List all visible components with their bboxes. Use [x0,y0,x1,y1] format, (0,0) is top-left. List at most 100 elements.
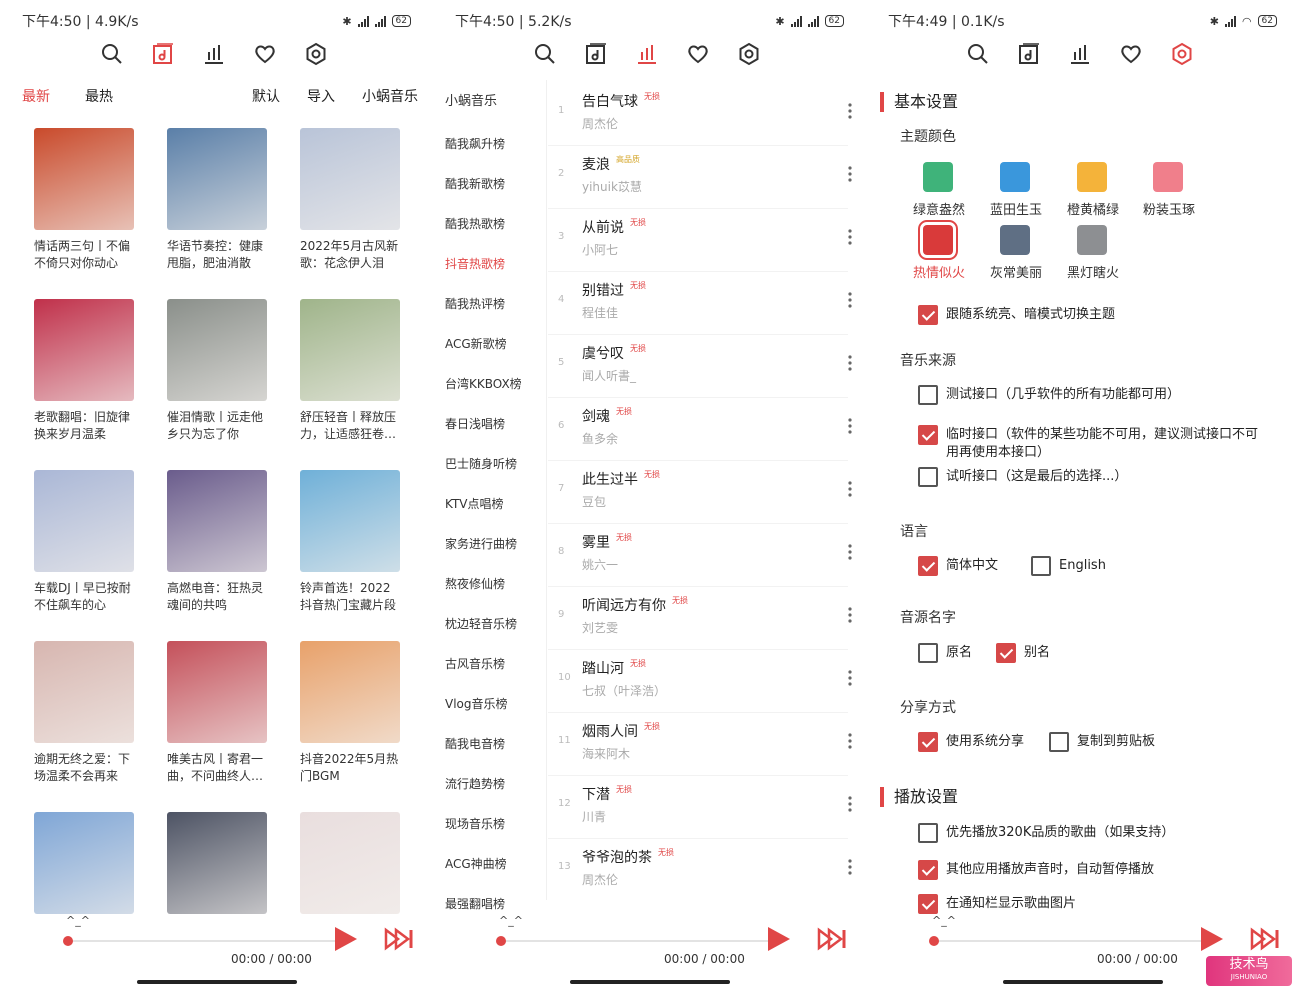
playlist-card[interactable]: 唯美古风丨寄君一曲，不问曲终人… [167,641,267,785]
more-icon[interactable] [842,227,858,247]
playlist-card[interactable]: 华语节奏控：健康甩脂，肥油消散 [167,128,267,272]
progress-track[interactable] [63,936,338,946]
song-row[interactable]: 11 烟雨人间 无损 海来阿木 [548,715,858,777]
theme-swatch[interactable] [923,162,953,192]
more-icon[interactable] [842,668,858,688]
music-library-icon[interactable] [582,40,610,68]
checkbox[interactable] [1049,732,1069,752]
song-row[interactable]: 7 此生过半 无损 豆包 [548,463,858,525]
rank-item[interactable]: 抖音热歌榜 [445,255,505,272]
search-icon[interactable] [98,40,126,68]
source-selector[interactable]: 小蜗音乐 [362,86,418,106]
heart-icon[interactable] [251,40,279,68]
heart-icon[interactable] [1117,40,1145,68]
rank-item[interactable]: 春日浅唱榜 [445,415,505,432]
search-icon[interactable] [531,40,559,68]
playlist-card[interactable]: 铃声首选！2022抖音热门宝藏片段 [300,470,400,614]
song-row[interactable]: 6 剑魂 无损 鱼多余 [548,400,858,462]
chart-icon[interactable] [200,40,228,68]
rank-item[interactable]: 巴士随身听榜 [445,455,517,472]
rank-item[interactable]: 现场音乐榜 [445,815,505,832]
song-row[interactable]: 4 别错过 无损 程佳佳 [548,274,858,336]
song-row[interactable]: 9 听闻远方有你 无损 刘艺雯 [548,589,858,651]
next-button[interactable] [817,924,847,954]
more-icon[interactable] [842,605,858,625]
progress-knob[interactable] [929,936,939,946]
more-icon[interactable] [842,353,858,373]
more-icon[interactable] [842,794,858,814]
chart-icon[interactable] [633,40,661,68]
play-button[interactable] [330,924,360,954]
search-icon[interactable] [964,40,992,68]
more-icon[interactable] [842,290,858,310]
heart-icon[interactable] [684,40,712,68]
sort-default[interactable]: 默认 [252,86,280,106]
rank-item[interactable]: ACG新歌榜 [445,335,507,352]
import-button[interactable]: 导入 [307,86,335,106]
song-row[interactable]: 2 麦浪 高品质 yihuik苡慧 [548,148,858,210]
playlist-card[interactable]: 情话两三句丨不偏不倚只对你动心 [34,128,134,272]
music-library-icon[interactable] [1015,40,1043,68]
settings-icon[interactable] [1168,40,1196,68]
playlist-card[interactable]: 高燃电音：狂热灵魂间的共鸣 [167,470,267,614]
rank-item[interactable]: KTV点唱榜 [445,495,503,512]
rank-item[interactable]: 酷我飙升榜 [445,135,505,152]
theme-swatch[interactable] [918,220,958,260]
checkbox[interactable] [918,860,938,880]
rank-item[interactable]: 酷我电音榜 [445,735,505,752]
song-row[interactable]: 10 踏山河 无损 七叔（叶泽浩） [548,652,858,714]
playlist-card[interactable]: 老歌翻唱：旧旋律换来岁月温柔 [34,299,134,443]
playlist-card[interactable]: 车载DJ丨早已按耐不住飙车的心 [34,470,134,614]
song-row[interactable]: 5 虞兮叹 无损 闻人听書_ [548,337,858,399]
chart-icon[interactable] [1066,40,1094,68]
rank-item[interactable]: ACG神曲榜 [445,855,507,872]
theme-swatch[interactable] [1077,162,1107,192]
more-icon[interactable] [842,542,858,562]
more-icon[interactable] [842,479,858,499]
checkbox[interactable] [918,823,938,843]
progress-knob[interactable] [496,936,506,946]
tab-hot[interactable]: 最热 [85,86,113,106]
checkbox[interactable] [918,425,938,445]
next-button[interactable] [384,924,414,954]
more-icon[interactable] [842,416,858,436]
playlist-card[interactable]: 逾期无终之爱：下场温柔不会再来 [34,641,134,785]
checkbox[interactable] [1031,556,1051,576]
song-row[interactable]: 1 告白气球 无损 周杰伦 [548,85,858,147]
theme-swatch[interactable] [1077,225,1107,255]
theme-swatch[interactable] [1000,225,1030,255]
checkbox[interactable] [918,305,938,325]
more-icon[interactable] [842,731,858,751]
progress-track[interactable] [929,936,1204,946]
checkbox[interactable] [918,385,938,405]
theme-swatch[interactable] [1153,162,1183,192]
rank-item[interactable]: 流行趋势榜 [445,775,505,792]
playlist-card[interactable]: 催泪情歌丨远走他乡只为忘了你 [167,299,267,443]
progress-track[interactable] [496,936,771,946]
more-icon[interactable] [842,164,858,184]
music-library-icon[interactable] [149,40,177,68]
rank-item[interactable]: 枕边轻音乐榜 [445,615,517,632]
play-button[interactable] [1196,924,1226,954]
rank-item[interactable]: 台湾KKBOX榜 [445,375,522,392]
settings-icon[interactable] [735,40,763,68]
tab-latest[interactable]: 最新 [22,86,50,106]
checkbox[interactable] [996,643,1016,663]
song-row[interactable]: 13 爷爷泡的茶 无损 周杰伦 [548,841,858,903]
rank-item[interactable]: 熬夜修仙榜 [445,575,505,592]
more-icon[interactable] [842,101,858,121]
playlist-card[interactable]: 舒压轻音丨释放压力，让适感狂卷… [300,299,400,443]
rank-item[interactable]: 家务进行曲榜 [445,535,517,552]
rank-item[interactable]: 酷我热歌榜 [445,215,505,232]
next-button[interactable] [1250,924,1280,954]
settings-icon[interactable] [302,40,330,68]
rank-item[interactable]: 古风音乐榜 [445,655,505,672]
theme-swatch[interactable] [1000,162,1030,192]
rank-item[interactable]: 酷我新歌榜 [445,175,505,192]
checkbox[interactable] [918,643,938,663]
more-icon[interactable] [842,857,858,877]
playlist-card[interactable]: 抖音2022年5月热门BGM [300,641,400,785]
song-row[interactable]: 12 下潜 无损 川青 [548,778,858,840]
playlist-card[interactable]: 2022年5月古风新歌：花念伊人泪 [300,128,400,272]
checkbox[interactable] [918,556,938,576]
